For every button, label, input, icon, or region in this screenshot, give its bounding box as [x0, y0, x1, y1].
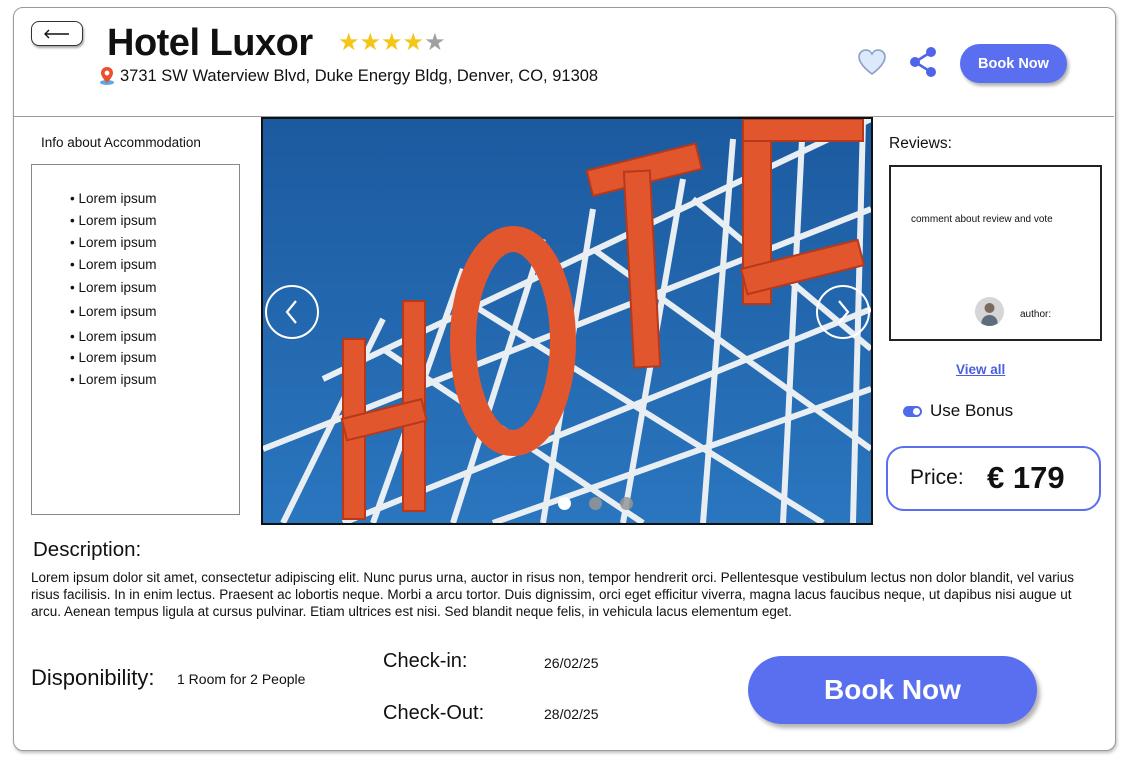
carousel-dot[interactable] [589, 497, 602, 510]
carousel-prev-button[interactable] [265, 285, 319, 339]
review-author-label: author: [1020, 309, 1052, 320]
disponibility-label: Disponibility: [31, 665, 155, 690]
star-rating: ★ ★ ★ ★ ★ [338, 31, 446, 55]
share-icon[interactable] [907, 45, 939, 79]
info-list-item: • Lorem ipsum [70, 235, 157, 250]
view-all-reviews-link[interactable]: View all [956, 362, 1005, 377]
reviews-title: Reviews: [889, 135, 952, 152]
author-avatar [975, 297, 1004, 326]
use-bonus-toggle-row: Use Bonus [903, 401, 1013, 421]
hotel-address: 3731 SW Waterview Blvd, Duke Energy Bldg… [98, 66, 598, 86]
checkout-date[interactable]: 28/02/25 [544, 706, 599, 722]
star-filled-icon: ★ [402, 29, 425, 56]
info-list-item: • Lorem ipsum [70, 280, 157, 295]
carousel-dot[interactable] [558, 497, 571, 510]
star-filled-icon: ★ [381, 29, 403, 56]
star-filled-icon: ★ [338, 29, 360, 56]
avatar-icon [975, 297, 1004, 326]
info-list-item: • Lorem ipsum [70, 304, 157, 319]
info-list-item: • Lorem ipsum [70, 329, 157, 344]
info-list-item: • Lorem ipsum [70, 213, 157, 228]
description-text: Lorem ipsum dolor sit amet, consectetur … [31, 570, 1075, 619]
star-filled-icon: ★ [359, 29, 382, 56]
info-list-item: • Lorem ipsum [70, 191, 157, 206]
chevron-right-icon [838, 300, 850, 324]
carousel-dot[interactable] [620, 497, 633, 510]
checkout-label: Check-Out: [383, 702, 485, 724]
book-now-button-header[interactable]: Book Now [960, 44, 1067, 83]
hotel-name: Hotel Luxor [107, 22, 313, 64]
price-box: Price: € 179 [886, 446, 1101, 511]
carousel-next-button[interactable] [816, 285, 870, 339]
checkin-date[interactable]: 26/02/25 [544, 655, 599, 671]
address-text: 3731 SW Waterview Blvd, Duke Energy Bldg… [120, 66, 599, 85]
disponibility-value: 1 Room for 2 People [177, 671, 306, 687]
info-list-item: • Lorem ipsum [70, 257, 157, 272]
info-list-item: • Lorem ipsum [70, 350, 157, 365]
price-value: € 179 [987, 460, 1065, 495]
description-title: Description: [33, 538, 142, 561]
book-now-button[interactable]: Book Now [748, 656, 1037, 724]
chevron-left-icon [285, 300, 297, 324]
back-button[interactable] [31, 21, 83, 46]
heart-icon[interactable] [857, 48, 887, 76]
use-bonus-toggle[interactable] [903, 405, 922, 417]
info-list-item: • Lorem ipsum [70, 372, 157, 387]
arrow-left-icon [44, 29, 69, 38]
map-pin-icon [100, 67, 114, 85]
star-empty-icon: ★ [424, 29, 446, 56]
review-comment: comment about review and vote [911, 214, 1053, 225]
image-carousel[interactable] [261, 117, 873, 525]
price-label: Price: [910, 466, 964, 489]
checkin-label: Check-in: [383, 650, 468, 672]
use-bonus-label: Use Bonus [930, 401, 1014, 420]
hotel-photo [263, 119, 871, 523]
info-title: Info about Accommodation [41, 135, 201, 150]
review-card: comment about review and vote author: [889, 165, 1102, 341]
